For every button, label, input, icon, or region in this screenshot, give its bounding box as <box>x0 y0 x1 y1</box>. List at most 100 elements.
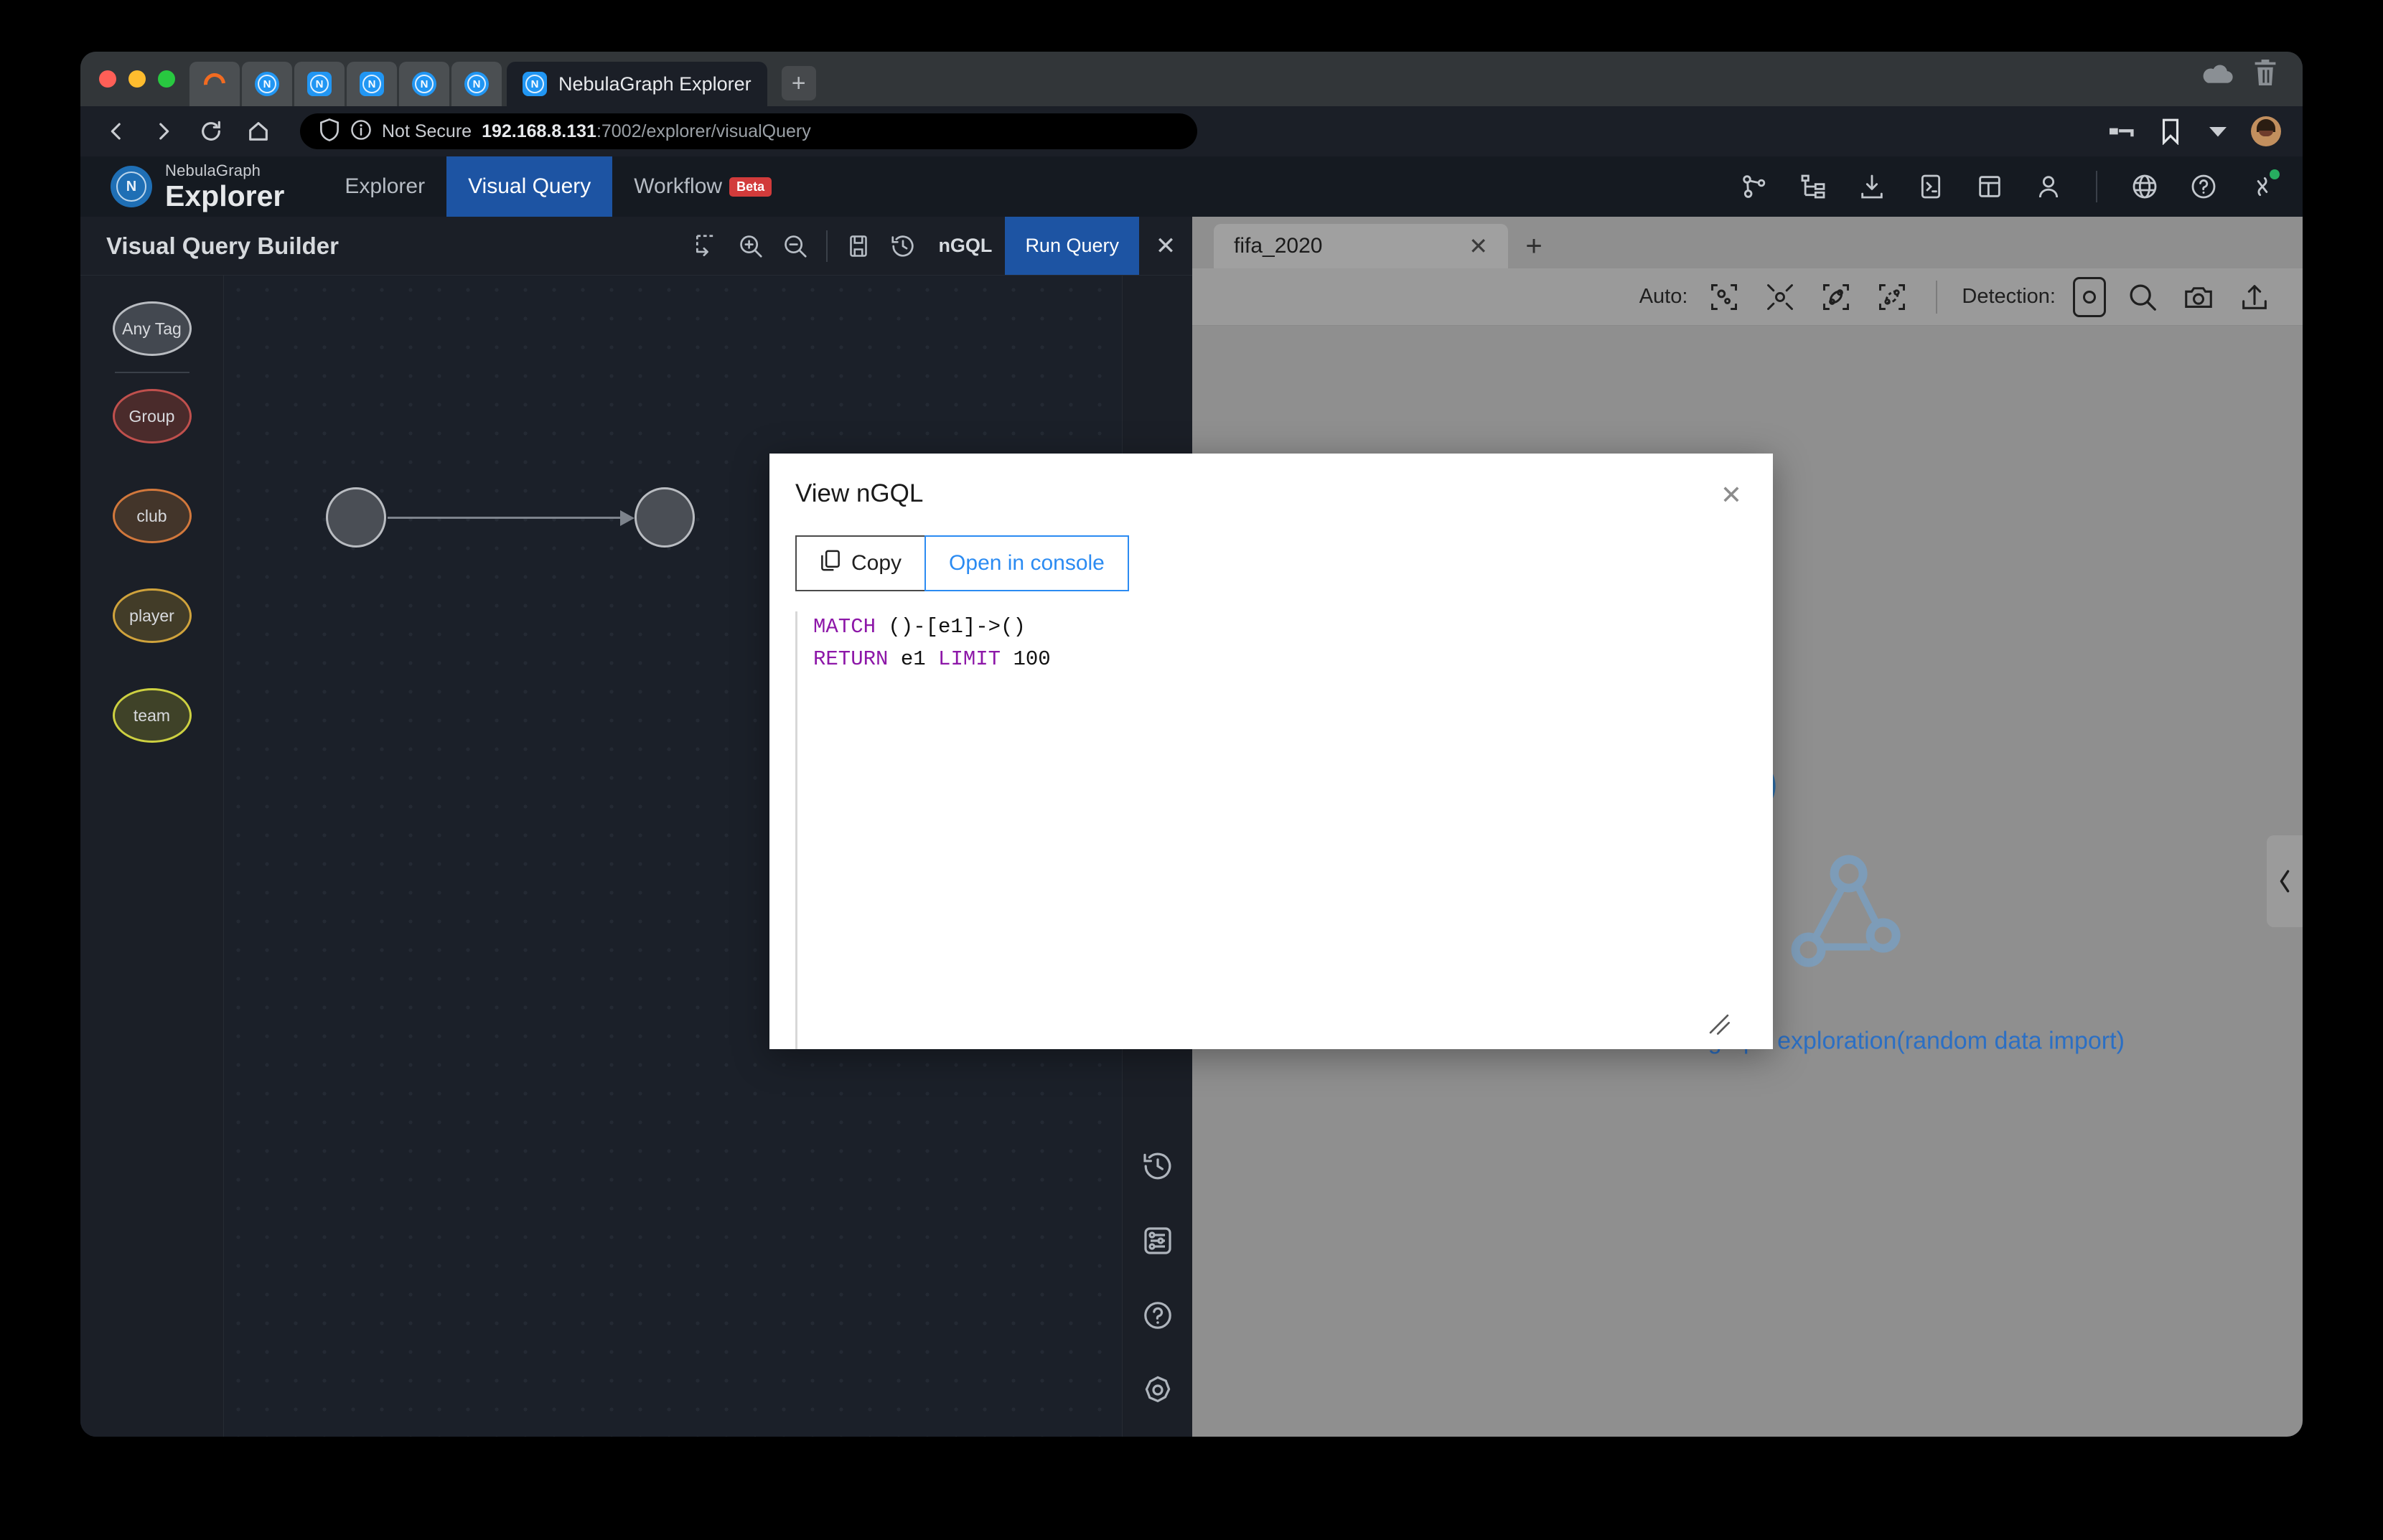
graph-edge[interactable] <box>388 517 624 519</box>
graph-node[interactable] <box>635 487 695 548</box>
help-circle-icon[interactable] <box>1136 1293 1180 1338</box>
language-globe-icon[interactable] <box>2129 171 2160 202</box>
settings-sliders-icon[interactable] <box>1136 1219 1180 1263</box>
url-path: :7002/explorer/visualQuery <box>596 121 811 141</box>
home-icon[interactable] <box>244 117 273 146</box>
cloud-icon[interactable] <box>2202 62 2234 87</box>
tag-label: Any Tag <box>122 319 182 338</box>
modal-header: View nGQL ✕ <box>769 454 1773 511</box>
divider <box>2096 171 2097 202</box>
camera-icon[interactable] <box>2179 278 2218 316</box>
open-in-console-button[interactable]: Open in console <box>924 535 1129 591</box>
chevron-down-icon[interactable] <box>2204 117 2232 146</box>
url-omnibox[interactable]: Not Secure 192.168.8.131:7002/explorer/v… <box>300 113 1197 149</box>
save-icon[interactable] <box>836 217 881 275</box>
tag-any-tag[interactable]: Any Tag <box>112 301 192 356</box>
tag-label: Group <box>128 406 175 426</box>
close-window-button[interactable] <box>99 70 116 88</box>
forward-icon[interactable] <box>149 117 178 146</box>
copy-icon <box>820 549 841 578</box>
address-bar-right-icons <box>2109 116 2281 146</box>
active-browser-tab[interactable]: N NebulaGraph Explorer <box>507 62 767 106</box>
search-icon[interactable] <box>2123 278 2162 316</box>
browser-address-bar: Not Secure 192.168.8.131:7002/explorer/v… <box>80 106 2303 156</box>
maximize-window-button[interactable] <box>158 70 175 88</box>
tag-group[interactable]: Group <box>112 389 192 443</box>
graph-tab-fifa-2020[interactable]: fifa_2020 ✕ <box>1214 224 1508 268</box>
pinned-tab[interactable]: N <box>451 62 502 106</box>
view-ngql-modal: View nGQL ✕ Copy Open in console MATCH (… <box>769 454 1773 1049</box>
graph-tab-label: fifa_2020 <box>1234 234 1323 258</box>
modal-actions: Copy Open in console <box>769 511 1773 591</box>
pinned-tab[interactable]: N <box>399 62 449 106</box>
pinned-tab[interactable] <box>189 62 240 106</box>
gear-icon[interactable] <box>1136 1368 1180 1412</box>
export-icon[interactable] <box>2235 278 2274 316</box>
info-icon[interactable] <box>350 119 372 144</box>
close-builder-button[interactable]: ✕ <box>1139 217 1192 275</box>
trash-icon[interactable] <box>2252 58 2278 90</box>
bookmark-icon[interactable] <box>2156 117 2185 146</box>
code-line: RETURN e1 LIMIT 100 <box>813 647 1051 671</box>
nav-item-explorer[interactable]: Explorer <box>323 156 446 217</box>
collapse-panel-handle[interactable] <box>2267 835 2303 927</box>
nav-item-workflow[interactable]: Workflow Beta <box>612 156 793 217</box>
pinned-tab[interactable]: N <box>294 62 345 106</box>
console-icon[interactable] <box>1915 171 1947 202</box>
status-dot <box>2270 169 2280 179</box>
beta-badge: Beta <box>729 177 772 197</box>
view-ngql-button[interactable]: nGQL <box>925 235 1005 257</box>
avatar[interactable] <box>2251 116 2281 146</box>
nav-label: Explorer <box>345 174 426 198</box>
graph-edge-arrow <box>620 510 635 526</box>
detection-toggle-icon[interactable] <box>2073 276 2106 317</box>
zoom-out-icon[interactable] <box>773 217 818 275</box>
shield-icon <box>319 118 340 145</box>
import-icon[interactable] <box>1856 171 1888 202</box>
close-icon[interactable]: ✕ <box>1469 233 1488 260</box>
divider <box>1936 280 1938 314</box>
nav-item-visual-query[interactable]: Visual Query <box>446 156 613 217</box>
add-graph-tab-button[interactable]: + <box>1508 224 1560 268</box>
tag-team[interactable]: team <box>112 688 192 743</box>
copy-button[interactable]: Copy <box>795 535 927 591</box>
key-icon[interactable] <box>2109 117 2138 146</box>
pinned-tab[interactable]: N <box>242 62 292 106</box>
brand-top-label: NebulaGraph <box>165 161 261 179</box>
reload-icon[interactable] <box>197 117 225 146</box>
connection-link-icon[interactable] <box>2247 169 2280 202</box>
auto-label: Auto: <box>1639 285 1688 308</box>
graph-node[interactable] <box>326 487 386 548</box>
user-icon[interactable] <box>2033 171 2064 202</box>
nav-label: Visual Query <box>468 174 591 198</box>
select-area-icon[interactable] <box>684 217 729 275</box>
collapse-nodes-icon[interactable] <box>1761 278 1799 316</box>
brand-bottom-label: Explorer <box>165 179 285 212</box>
schema-tree-icon[interactable] <box>1797 171 1829 202</box>
back-icon[interactable] <box>102 117 131 146</box>
help-icon[interactable] <box>2188 171 2219 202</box>
app-header-icons <box>1738 169 2280 202</box>
close-icon[interactable]: ✕ <box>1715 479 1747 511</box>
page-title: Visual Query Builder <box>106 232 340 259</box>
history-icon[interactable] <box>1136 1144 1180 1188</box>
run-query-button[interactable]: Run Query <box>1005 217 1139 275</box>
auto-layout-icon[interactable] <box>1705 278 1743 316</box>
pinned-tab[interactable]: N <box>347 62 397 106</box>
minimize-window-button[interactable] <box>128 70 146 88</box>
tag-club[interactable]: club <box>112 489 192 543</box>
url-text: 192.168.8.131:7002/explorer/visualQuery <box>482 121 811 142</box>
graph-icon[interactable] <box>1738 171 1770 202</box>
tag-player[interactable]: player <box>112 588 192 643</box>
expand-edge-icon[interactable] <box>1817 278 1855 316</box>
dashboard-icon[interactable] <box>1974 171 2005 202</box>
app-brand[interactable]: N NebulaGraph Explorer <box>111 161 285 212</box>
history-icon[interactable] <box>881 217 925 275</box>
zoom-in-icon[interactable] <box>729 217 773 275</box>
tabstrip-right-icons <box>2202 58 2303 106</box>
new-tab-button[interactable]: + <box>781 66 816 100</box>
dashed-edge-icon[interactable] <box>1873 278 1911 316</box>
ngql-code-area[interactable]: MATCH ()-[e1]->() RETURN e1 LIMIT 100 <box>795 611 1747 1049</box>
builder-rail-bottom <box>1136 1144 1180 1437</box>
resize-grip-icon[interactable] <box>1707 1012 1731 1036</box>
